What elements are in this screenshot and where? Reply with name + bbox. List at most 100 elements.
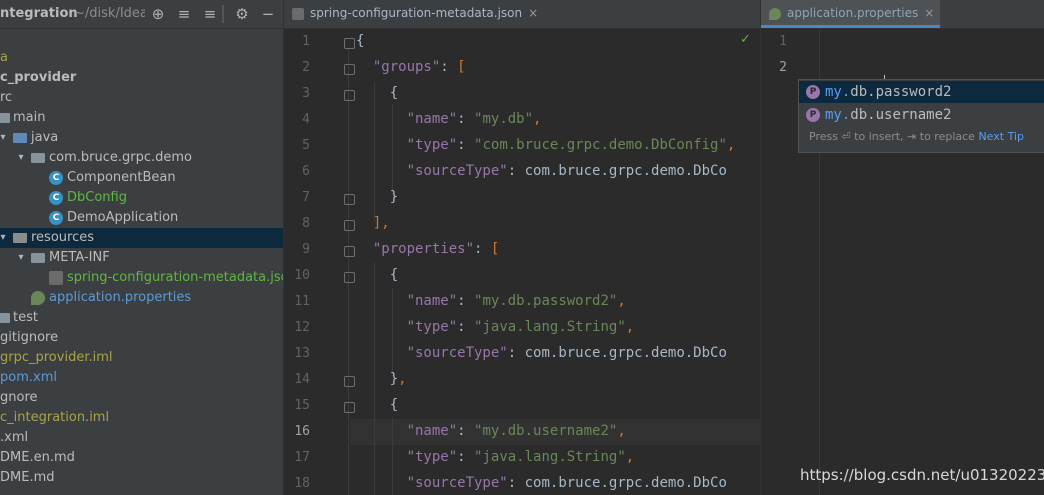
line-number: 12 bbox=[294, 320, 310, 335]
tree-label: c_provider bbox=[0, 70, 77, 85]
close-icon[interactable]: × bbox=[528, 0, 538, 27]
source-folder-icon bbox=[13, 133, 27, 143]
completion-item[interactable]: P my.db.password2 bbox=[799, 81, 1044, 103]
tree-label: ComponentBean bbox=[67, 170, 176, 185]
tree-row[interactable]: .xml bbox=[0, 428, 283, 448]
gear-icon[interactable]: ⚙ bbox=[232, 4, 252, 24]
tree-row[interactable]: main bbox=[0, 108, 283, 128]
spring-leaf-icon bbox=[31, 291, 45, 305]
json-file-icon bbox=[49, 271, 63, 285]
fold-marker-icon[interactable] bbox=[344, 402, 355, 413]
tree-row[interactable]: C DbConfig bbox=[0, 188, 283, 208]
editor-tab-bar: application.properties × bbox=[761, 0, 1044, 29]
completion-match: my. bbox=[825, 107, 851, 123]
folder-icon bbox=[0, 113, 10, 123]
project-root[interactable]: ntegration ~/disk/IdeaProjects/grpc_inte… bbox=[0, 4, 145, 24]
tree-row[interactable]: c_provider bbox=[0, 68, 283, 88]
expand-all-icon[interactable]: ≡ bbox=[174, 4, 194, 24]
chevron-down-icon[interactable]: ▾ bbox=[0, 228, 8, 248]
crosshair-icon[interactable]: ⊕ bbox=[148, 4, 168, 24]
tree-row-selected[interactable]: ▾ resources bbox=[0, 228, 283, 248]
close-icon[interactable]: × bbox=[924, 0, 934, 27]
tab-application-properties[interactable]: application.properties × bbox=[761, 0, 941, 28]
code-line[interactable]: "properties": [ bbox=[356, 241, 499, 257]
collapse-all-icon[interactable]: ≡ bbox=[200, 4, 220, 24]
code-line[interactable]: }, bbox=[356, 371, 407, 387]
completion-match: my. bbox=[825, 84, 851, 100]
inspection-ok-icon[interactable]: ✓ bbox=[740, 32, 751, 47]
line-number: 10 bbox=[294, 268, 310, 283]
code-line[interactable]: { bbox=[356, 33, 364, 49]
next-tip-link[interactable]: Next Tip bbox=[978, 130, 1024, 143]
tree-row[interactable]: ▾ java bbox=[0, 128, 283, 148]
fold-marker-icon[interactable] bbox=[344, 38, 355, 49]
line-number: 4 bbox=[302, 112, 310, 127]
code-line[interactable]: } bbox=[356, 189, 398, 205]
code-line[interactable]: "name": "my.db.username2", bbox=[356, 423, 626, 439]
tree-row[interactable]: c_integration.iml bbox=[0, 408, 283, 428]
minimize-icon[interactable]: − bbox=[258, 4, 278, 24]
line-number: 1 bbox=[779, 34, 787, 49]
code-line[interactable]: { bbox=[356, 397, 398, 413]
code-line[interactable]: "sourceType": com.bruce.grpc.demo.DbCo bbox=[356, 475, 727, 491]
completion-item[interactable]: P my.db.username2 bbox=[799, 104, 1044, 126]
fold-marker-icon[interactable] bbox=[344, 272, 355, 283]
tree-row[interactable]: rc bbox=[0, 88, 283, 108]
line-number: 16 bbox=[294, 424, 310, 439]
code-line[interactable]: "sourceType": com.bruce.grpc.demo.DbCo bbox=[356, 345, 727, 361]
chevron-down-icon[interactable]: ▾ bbox=[16, 148, 26, 168]
tree-row[interactable]: ▾ com.bruce.grpc.demo bbox=[0, 148, 283, 168]
chevron-down-icon[interactable]: ▾ bbox=[16, 248, 26, 268]
line-number: 18 bbox=[294, 476, 310, 491]
project-root-path: ~/disk/IdeaProjects/grpc_integratio bbox=[74, 6, 145, 21]
tree-label: .xml bbox=[0, 430, 29, 445]
fold-marker-icon[interactable] bbox=[344, 64, 355, 75]
tree-row[interactable]: test bbox=[0, 308, 283, 328]
code-line[interactable]: "name": "my.db.password2", bbox=[356, 293, 626, 309]
tree-row[interactable]: application.properties bbox=[0, 288, 283, 308]
tree-label: META-INF bbox=[49, 250, 110, 265]
code-line[interactable]: "type": "java.lang.String", bbox=[356, 449, 635, 465]
tree-row[interactable]: spring-configuration-metadata.json bbox=[0, 268, 283, 288]
tree-row[interactable]: C DemoApplication bbox=[0, 208, 283, 228]
tree-row[interactable]: DME.md bbox=[0, 468, 283, 488]
fold-marker-icon[interactable] bbox=[344, 376, 355, 387]
code-line[interactable]: { bbox=[356, 267, 398, 283]
fold-marker-icon[interactable] bbox=[344, 220, 355, 231]
tree-row[interactable]: gnore bbox=[0, 388, 283, 408]
tree-row[interactable]: gitignore bbox=[0, 328, 283, 348]
code-line[interactable]: ], bbox=[356, 215, 390, 231]
tree-label: DbConfig bbox=[67, 190, 127, 205]
line-number: 2 bbox=[302, 60, 310, 75]
fold-marker-icon[interactable] bbox=[344, 246, 355, 257]
chevron-down-icon[interactable]: ▾ bbox=[0, 128, 8, 148]
code-line[interactable]: "groups": [ bbox=[356, 59, 466, 75]
code-line[interactable]: "name": "my.db", bbox=[356, 111, 542, 127]
tree-row[interactable]: ▾ META-INF bbox=[0, 248, 283, 268]
tree-label: spring-configuration-metadata.json bbox=[67, 270, 283, 285]
fold-marker-icon[interactable] bbox=[344, 90, 355, 101]
tree-row[interactable]: pom.xml bbox=[0, 368, 283, 388]
class-icon: C bbox=[49, 191, 63, 205]
tree-row[interactable]: ... bbox=[0, 488, 283, 495]
editor-tab-bar: spring-configuration-metadata.json × bbox=[284, 0, 760, 29]
fold-marker-icon[interactable] bbox=[344, 194, 355, 205]
tree-row[interactable]: DME.en.md bbox=[0, 448, 283, 468]
code-line[interactable]: "sourceType": com.bruce.grpc.demo.DbCo bbox=[356, 163, 727, 179]
line-number: 14 bbox=[294, 372, 310, 387]
hint-text: Press ⏎ to insert, ⇥ to replace bbox=[809, 130, 975, 143]
tab-spring-configuration-metadata[interactable]: spring-configuration-metadata.json × bbox=[284, 0, 544, 27]
tree-row[interactable]: C ComponentBean bbox=[0, 168, 283, 188]
code-line[interactable]: { bbox=[356, 85, 398, 101]
json-file-icon bbox=[292, 8, 304, 20]
completion-rest: db.username2 bbox=[850, 107, 952, 123]
code-line[interactable]: "type": "java.lang.String", bbox=[356, 319, 635, 335]
tree-row[interactable]: a bbox=[0, 48, 283, 68]
line-number: 5 bbox=[302, 138, 310, 153]
tree-label: application.properties bbox=[49, 290, 192, 305]
code-line[interactable]: "type": "com.bruce.grpc.demo.DbConfig", bbox=[356, 137, 736, 153]
tree-label: gitignore bbox=[0, 330, 59, 345]
line-number: 9 bbox=[302, 242, 310, 257]
completion-rest: db.password2 bbox=[850, 84, 952, 100]
tree-row[interactable]: grpc_provider.iml bbox=[0, 348, 283, 368]
